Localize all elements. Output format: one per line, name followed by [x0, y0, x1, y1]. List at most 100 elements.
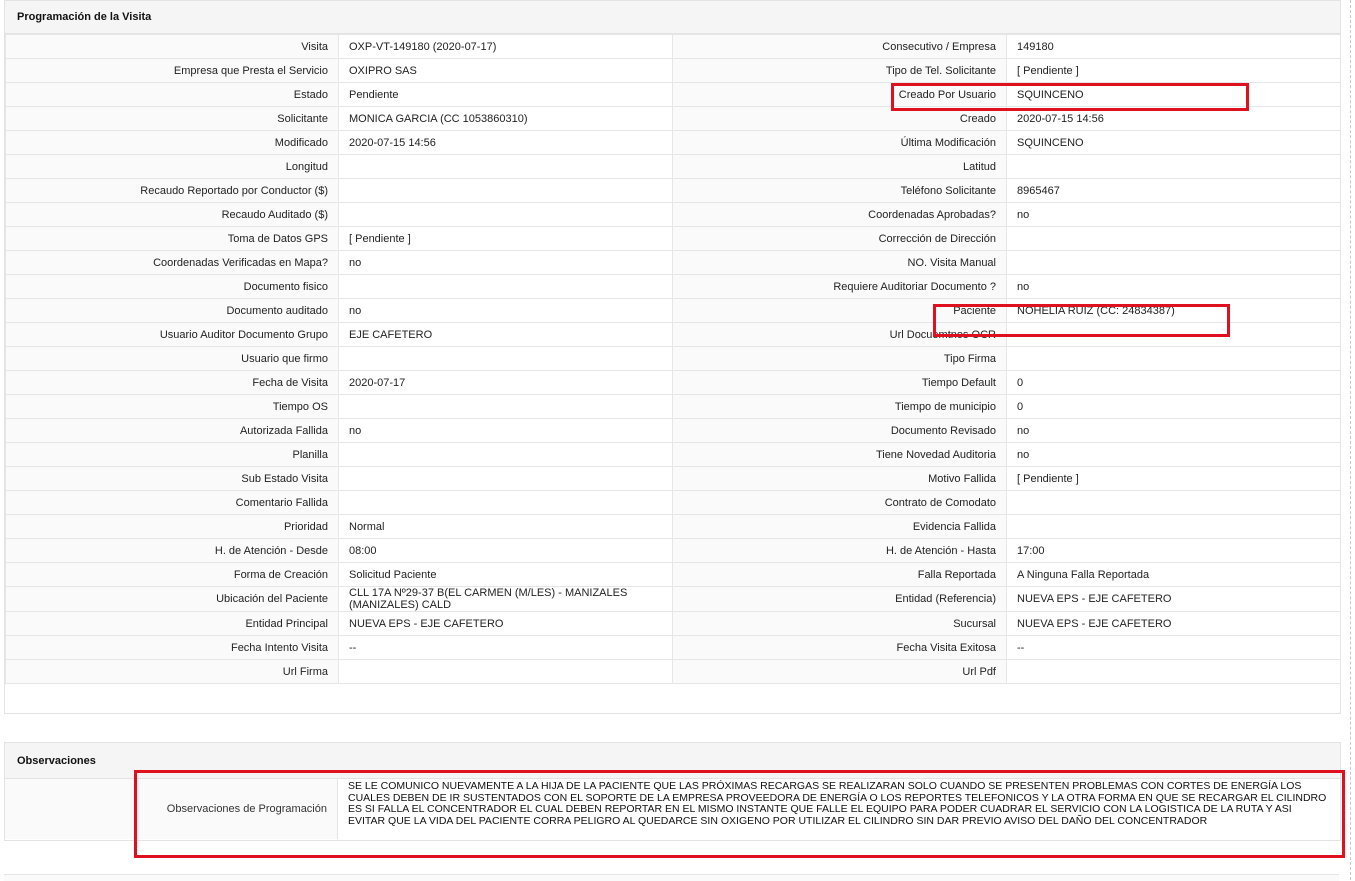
- field-value: A Ninguna Falla Reportada: [1006, 562, 1341, 587]
- field-label: Url Firma: [5, 659, 339, 684]
- field-label: Estado: [5, 82, 339, 107]
- field-value: MONICA GARCIA (CC 1053860310): [338, 106, 673, 131]
- field-label: Usuario que firmo: [5, 346, 339, 371]
- field-value: [338, 154, 673, 179]
- field-value: 0: [1006, 370, 1341, 395]
- table-row: Longitud Latitud: [5, 154, 1341, 179]
- field-value: no: [1006, 202, 1341, 227]
- field-value: [338, 466, 673, 491]
- field-value: 149180: [1006, 34, 1341, 59]
- field-value: 2020-07-15 14:56: [338, 130, 673, 155]
- field-value: NUEVA EPS - EJE CAFETERO: [338, 611, 673, 636]
- field-value: no: [1006, 442, 1341, 467]
- visit-panel-title: Programación de la Visita: [5, 1, 1340, 34]
- field-value: NOHELIA RUIZ (CC: 24834387): [1006, 298, 1341, 323]
- field-label: Usuario Auditor Documento Grupo: [5, 322, 339, 347]
- visit-programming-panel: Programación de la Visita Visita OXP-VT-1…: [4, 0, 1341, 714]
- field-label: Documento fisico: [5, 274, 339, 299]
- field-label: Coordenadas Aprobadas?: [672, 202, 1007, 227]
- table-row: Documento fisico Requiere Auditoriar Docu…: [5, 274, 1341, 299]
- table-row: Ubicación del Paciente CLL 17A Nº29-37 B(…: [5, 586, 1341, 612]
- field-value: [1006, 322, 1341, 347]
- field-value: [338, 346, 673, 371]
- field-value: no: [1006, 418, 1341, 443]
- field-label: Tipo de Tel. Solicitante: [672, 58, 1007, 83]
- table-row: Entidad Principal NUEVA EPS - EJE CAFETER…: [5, 611, 1341, 636]
- table-row: Toma de Datos GPS[ Pendiente ] Corrección…: [5, 226, 1341, 251]
- table-row: Comentario Fallida Contrato de Comodato: [5, 490, 1341, 515]
- field-label: Fecha de Visita: [5, 370, 339, 395]
- field-label: Teléfono Solicitante: [672, 178, 1007, 203]
- observations-panel: Observaciones Observaciones de Programac…: [4, 742, 1341, 841]
- field-label: Comentario Fallida: [5, 490, 339, 515]
- field-value: [338, 490, 673, 515]
- field-label: Tiempo Default: [672, 370, 1007, 395]
- field-value: no: [1006, 274, 1341, 299]
- table-row: Solicitante MONICA GARCIA (CC 1053860310)…: [5, 106, 1341, 131]
- table-row: Recaudo Reportado por Conductor ($) Teléf…: [5, 178, 1341, 203]
- field-label: Prioridad: [5, 514, 339, 539]
- table-row: Fecha Intento Visita -- Fecha Visita Exito…: [5, 635, 1341, 660]
- field-label: Modificado: [5, 130, 339, 155]
- field-label: H. de Atención - Desde: [5, 538, 339, 563]
- field-label: Empresa que Presta el Servicio: [5, 58, 339, 83]
- field-label: Creado Por Usuario: [672, 82, 1007, 107]
- field-label: Longitud: [5, 154, 339, 179]
- field-value: [338, 394, 673, 419]
- field-label: Documento Revisado: [672, 418, 1007, 443]
- field-value: no: [338, 250, 673, 275]
- page-dashed-border: [1350, 0, 1351, 880]
- field-value: EJE CAFETERO: [338, 322, 673, 347]
- field-label: Paciente: [672, 298, 1007, 323]
- field-value: [1006, 514, 1341, 539]
- field-label: Url Docuemtnos OCR: [672, 322, 1007, 347]
- field-value: 2020-07-15 14:56: [1006, 106, 1341, 131]
- observations-label: Observaciones de Programación: [5, 779, 338, 839]
- field-label: Coordenadas Verificadas en Mapa?: [5, 250, 339, 275]
- field-label: Evidencia Fallida: [672, 514, 1007, 539]
- table-row: Tiempo OS Tiempo de municipio 0: [5, 394, 1341, 419]
- field-label: Planilla: [5, 442, 339, 467]
- field-value: [1006, 346, 1341, 371]
- field-value: [ Pendiente ]: [1006, 58, 1341, 83]
- field-value: 0: [1006, 394, 1341, 419]
- table-row: H. de Atención - Desde 08:00 H. de Atenció…: [5, 538, 1341, 563]
- field-value: NUEVA EPS - EJE CAFETERO: [1006, 586, 1341, 612]
- field-label: Motivo Fallida: [672, 466, 1007, 491]
- field-value: OXP-VT-149180 (2020-07-17): [338, 34, 673, 59]
- field-value: no: [338, 298, 673, 323]
- field-value: 08:00: [338, 538, 673, 563]
- field-value: SQUINCENO: [1006, 130, 1341, 155]
- table-row: Estado Pendiente Creado Por Usuario SQUINCE…: [5, 82, 1341, 107]
- field-label: Contrato de Comodato: [672, 490, 1007, 515]
- table-row: Planilla Tiene Novedad Auditoria no: [5, 442, 1341, 467]
- field-value: [338, 274, 673, 299]
- field-value: SQUINCENO: [1006, 82, 1341, 107]
- observations-panel-title: Observaciones: [5, 743, 1340, 779]
- table-row: Modificado 2020-07-15 14:56 Última Modific…: [5, 130, 1341, 155]
- field-value: [1006, 226, 1341, 251]
- field-value: CLL 17A Nº29-37 B(EL CARMEN (M/LES) - MA…: [338, 586, 673, 612]
- table-row: Forma de Creación Solicitud Paciente Falla…: [5, 562, 1341, 587]
- field-value: OXIPRO SAS: [338, 58, 673, 83]
- field-label: Fecha Intento Visita: [5, 635, 339, 660]
- table-row: Url Firma Url Pdf: [5, 659, 1341, 684]
- field-label: Latitud: [672, 154, 1007, 179]
- field-label: Documento auditado: [5, 298, 339, 323]
- visit-details-table: Visita OXP-VT-149180 (2020-07-17) Consecut…: [5, 34, 1341, 684]
- field-label: Sucursal: [672, 611, 1007, 636]
- observations-text: SE LE COMUNICO NUEVAMENTE A LA HIJA DE L…: [348, 780, 1327, 827]
- field-label: Tiempo OS: [5, 394, 339, 419]
- field-value: [1006, 250, 1341, 275]
- table-row: Empresa que Presta el Servicio OXIPRO SAS…: [5, 58, 1341, 83]
- field-label: Toma de Datos GPS: [5, 226, 339, 251]
- table-row: Documento auditado no Paciente NOHELIA RUI…: [5, 298, 1341, 323]
- field-label: Tiempo de municipio: [672, 394, 1007, 419]
- field-label: Solicitante: [5, 106, 339, 131]
- field-label: Recaudo Reportado por Conductor ($): [5, 178, 339, 203]
- field-label: Visita: [5, 34, 339, 59]
- table-row: Usuario Auditor Documento Grupo EJE CAFET…: [5, 322, 1341, 347]
- field-label: Sub Estado Visita: [5, 466, 339, 491]
- field-label: Url Pdf: [672, 659, 1007, 684]
- field-label: Ubicación del Paciente: [5, 586, 339, 612]
